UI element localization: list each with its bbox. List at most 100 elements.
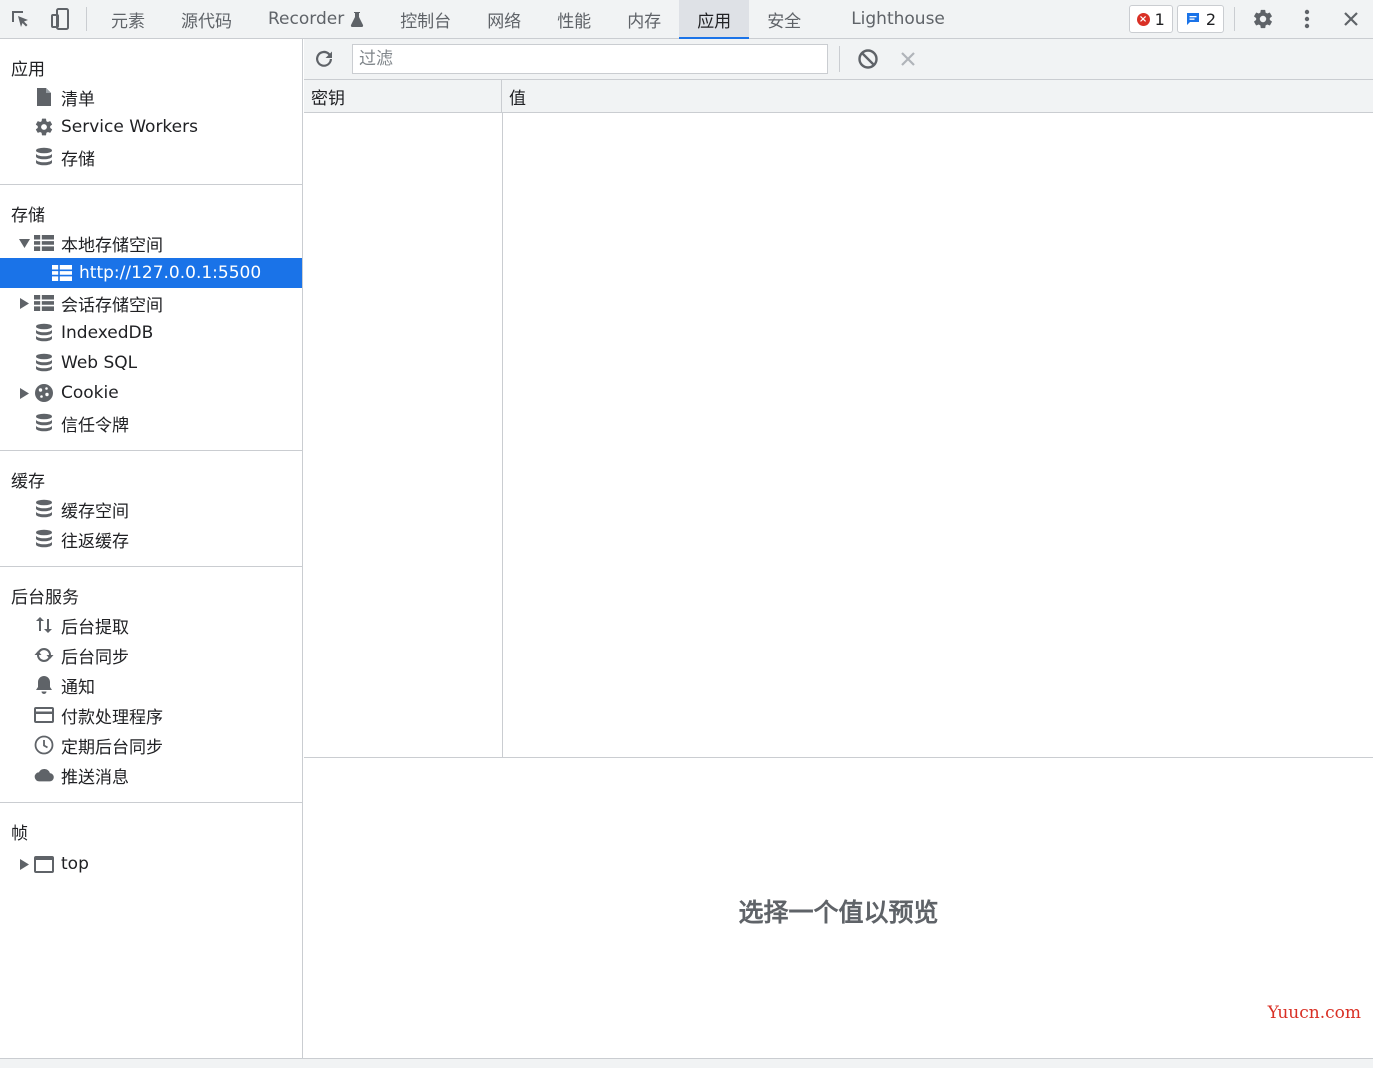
up-down-arrows-icon bbox=[34, 615, 54, 635]
sidebar-item-indexeddb[interactable]: IndexedDB bbox=[0, 318, 302, 348]
tab-label: 控制台 bbox=[400, 11, 452, 32]
database-icon bbox=[34, 323, 54, 343]
tab-label: 元素 bbox=[111, 11, 145, 32]
triangle-right-icon[interactable] bbox=[16, 387, 32, 399]
error-count: 1 bbox=[1154, 9, 1165, 29]
device-toolbar-icon[interactable] bbox=[40, 0, 80, 38]
tab-bar-spacer bbox=[963, 0, 1129, 38]
sidebar-item-label: 后台同步 bbox=[61, 647, 129, 668]
table-grid-icon bbox=[52, 263, 72, 283]
flask-icon bbox=[351, 12, 364, 27]
sidebar-item-session-storage[interactable]: 会话存储空间 bbox=[0, 288, 302, 318]
database-icon bbox=[34, 353, 54, 373]
sidebar-item-label: Web SQL bbox=[61, 353, 138, 373]
toolbar-divider bbox=[839, 46, 840, 72]
sidebar-item-label: 本地存储空间 bbox=[61, 235, 163, 256]
tab-label: 网络 bbox=[487, 11, 522, 32]
watermark: Yuucn.com bbox=[1267, 1003, 1361, 1023]
database-icon bbox=[34, 499, 54, 519]
column-header-value[interactable]: 值 bbox=[502, 80, 526, 112]
sidebar-item-label: 会话存储空间 bbox=[61, 295, 163, 316]
sidebar-item-frame-top[interactable]: top bbox=[0, 849, 302, 879]
sidebar-item-label: Cookie bbox=[61, 383, 119, 403]
sidebar-item-background-sync[interactable]: 后台同步 bbox=[0, 640, 302, 670]
sidebar-item-cookie[interactable]: Cookie bbox=[0, 378, 302, 408]
settings-icon[interactable] bbox=[1241, 0, 1285, 38]
sidebar-item-websql[interactable]: Web SQL bbox=[0, 348, 302, 378]
sidebar-item-label: 清单 bbox=[61, 89, 95, 110]
sidebar-item-local-origin[interactable]: http://127.0.0.1:5500 bbox=[0, 258, 302, 288]
clear-all-icon[interactable] bbox=[848, 39, 888, 79]
section-title: 后台服务 bbox=[11, 587, 79, 608]
sidebar-item-periodic-background-sync[interactable]: 定期后台同步 bbox=[0, 730, 302, 760]
tab-lighthouse[interactable]: Lighthouse bbox=[819, 0, 963, 38]
sidebar-item-label: 定期后台同步 bbox=[61, 737, 163, 758]
more-options-icon[interactable] bbox=[1285, 0, 1329, 38]
sidebar-item-push-messaging[interactable]: 推送消息 bbox=[0, 760, 302, 790]
sidebar-section-storage: 存储 本地存储空间 http://127.0.0.1:5500 会话存储空间 I… bbox=[0, 185, 302, 451]
sidebar-item-label: 后台提取 bbox=[61, 617, 129, 638]
message-icon bbox=[1186, 13, 1199, 25]
tab-performance[interactable]: 性能 bbox=[539, 0, 609, 38]
sidebar-item-storage[interactable]: 存储 bbox=[0, 142, 302, 172]
sidebar-item-service-workers[interactable]: Service Workers bbox=[0, 112, 302, 142]
sidebar-item-background-fetch[interactable]: 后台提取 bbox=[0, 610, 302, 640]
database-icon bbox=[34, 413, 54, 433]
section-title: 缓存 bbox=[11, 471, 45, 492]
sidebar-item-trust-tokens[interactable]: 信任令牌 bbox=[0, 408, 302, 438]
database-icon bbox=[34, 147, 54, 167]
tab-network[interactable]: 网络 bbox=[469, 0, 539, 38]
sidebar-item-manifest[interactable]: 清单 bbox=[0, 82, 302, 112]
tab-console[interactable]: 控制台 bbox=[382, 0, 469, 38]
section-title: 应用 bbox=[11, 59, 45, 80]
sync-icon bbox=[34, 645, 54, 665]
tab-security[interactable]: 安全 bbox=[749, 0, 819, 38]
sidebar-item-cache-storage[interactable]: 缓存空间 bbox=[0, 494, 302, 524]
sidebar-item-local-storage[interactable]: 本地存储空间 bbox=[0, 228, 302, 258]
sidebar-item-label: IndexedDB bbox=[61, 323, 154, 343]
cookie-icon bbox=[34, 383, 54, 403]
sidebar-item-notifications[interactable]: 通知 bbox=[0, 670, 302, 700]
window-frame-icon bbox=[34, 854, 54, 874]
bell-icon bbox=[34, 675, 54, 695]
storage-table-header: 密钥 值 bbox=[304, 80, 1373, 113]
triangle-down-icon[interactable] bbox=[16, 238, 32, 248]
tab-label: 性能 bbox=[557, 11, 592, 32]
devtools-tab-bar: 元素 源代码 Recorder 控制台 网络 性能 内存 应用 安全 Light… bbox=[0, 0, 1373, 39]
sidebar-item-label: 信任令牌 bbox=[61, 415, 129, 436]
gear-icon bbox=[34, 117, 54, 137]
tab-label: 安全 bbox=[767, 11, 802, 32]
tab-application[interactable]: 应用 bbox=[679, 0, 750, 39]
sidebar-section-application: 应用 清单 Service Workers 存储 bbox=[0, 39, 302, 185]
close-devtools-icon[interactable] bbox=[1329, 0, 1373, 38]
error-count-badge[interactable]: × 1 bbox=[1128, 5, 1173, 33]
sidebar-item-label: Service Workers bbox=[61, 117, 198, 137]
column-header-key[interactable]: 密钥 bbox=[304, 80, 502, 112]
section-title: 存储 bbox=[11, 205, 45, 226]
refresh-icon[interactable] bbox=[304, 39, 344, 79]
storage-toolbar bbox=[304, 39, 1373, 80]
tab-memory[interactable]: 内存 bbox=[609, 0, 679, 38]
column-divider bbox=[502, 113, 503, 758]
tab-recorder[interactable]: Recorder bbox=[250, 0, 382, 38]
tab-label: Recorder bbox=[268, 9, 345, 29]
sidebar-item-payment-handler[interactable]: 付款处理程序 bbox=[0, 700, 302, 730]
tab-sources[interactable]: 源代码 bbox=[163, 0, 250, 38]
triangle-right-icon[interactable] bbox=[16, 297, 32, 309]
filter-input[interactable] bbox=[352, 44, 828, 74]
message-count-badge[interactable]: 2 bbox=[1176, 5, 1224, 33]
tab-elements[interactable]: 元素 bbox=[93, 0, 163, 38]
storage-table-body[interactable] bbox=[304, 113, 1373, 758]
table-grid-icon bbox=[34, 293, 54, 313]
credit-card-icon bbox=[34, 705, 54, 725]
tab-label: Lighthouse bbox=[851, 9, 945, 29]
tab-label: 源代码 bbox=[181, 11, 232, 32]
inspect-element-icon[interactable] bbox=[0, 0, 40, 38]
delete-selected-icon[interactable] bbox=[888, 39, 928, 79]
application-sidebar: 应用 清单 Service Workers 存储 存储 本地存储空间 http:… bbox=[0, 39, 303, 1059]
sidebar-item-back-forward-cache[interactable]: 往返缓存 bbox=[0, 524, 302, 554]
toolbar-divider bbox=[86, 7, 87, 31]
triangle-right-icon[interactable] bbox=[16, 858, 32, 870]
clock-icon bbox=[34, 735, 54, 755]
sidebar-item-label: 往返缓存 bbox=[61, 531, 129, 552]
